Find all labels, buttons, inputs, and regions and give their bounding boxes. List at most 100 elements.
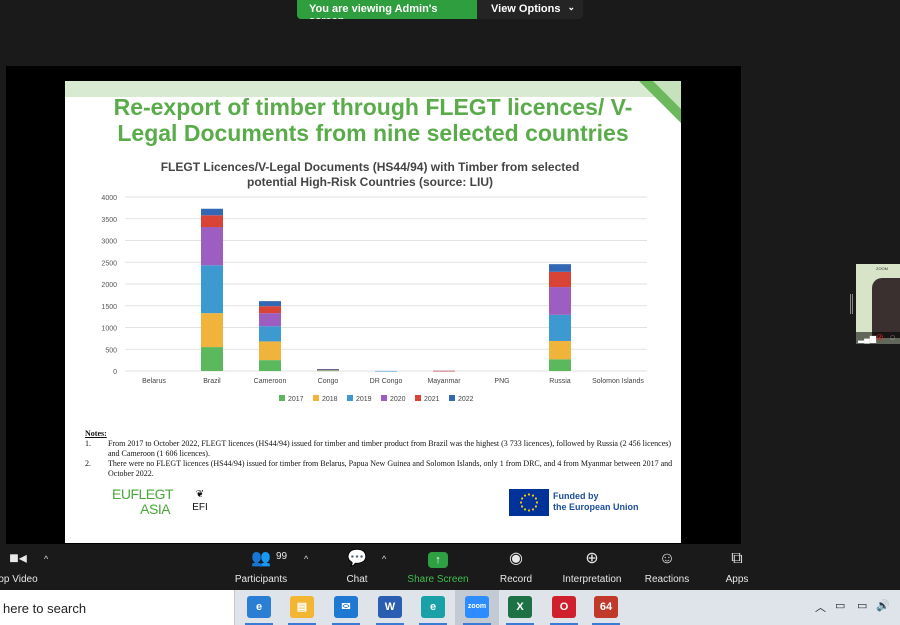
- x-tick-label: DR Congo: [370, 378, 403, 385]
- participants-options-caret[interactable]: ^: [304, 554, 308, 564]
- legend-label: 2018: [322, 396, 338, 403]
- share-screen-label: Share Screen: [407, 574, 469, 585]
- y-tick-label: 4000: [101, 195, 117, 202]
- eu-star: [534, 497, 538, 500]
- record-button[interactable]: ◉ Record: [496, 548, 536, 585]
- legend-label: 2021: [424, 396, 440, 403]
- bar-segment: [259, 313, 281, 327]
- efi-logo: ❦ EFI: [188, 489, 212, 513]
- bar-segment: [549, 287, 571, 315]
- eu-star: [535, 501, 539, 504]
- taskbar-app-icon[interactable]: 64: [594, 596, 618, 618]
- taskbar-app-icon[interactable]: O: [552, 596, 576, 618]
- bar-segment: [549, 314, 571, 341]
- eu-star: [531, 494, 535, 497]
- chat-options-caret[interactable]: ^: [382, 554, 386, 564]
- bar-segment: [375, 370, 397, 372]
- participants-label: Participants: [234, 574, 288, 585]
- notes-block: Notes: 1. From 2017 to October 2022, FLE…: [85, 429, 675, 479]
- taskbar-app-icon[interactable]: X: [508, 596, 532, 618]
- efi-logo-text: EFI: [192, 502, 208, 513]
- y-tick-label: 2500: [101, 260, 117, 267]
- globe-icon: ⊕: [585, 550, 599, 567]
- x-tick-label: Mayanmar: [427, 378, 461, 385]
- legend-swatch: [279, 395, 285, 401]
- bar-segment: [549, 340, 571, 360]
- video-camera-icon: ■◂: [9, 550, 27, 567]
- network-icon[interactable]: ▭: [835, 599, 845, 612]
- bar-segment: [259, 301, 281, 307]
- legend-swatch: [381, 395, 387, 401]
- legend-swatch: [415, 395, 421, 401]
- eu-funding-line-1: Funded by: [553, 491, 599, 501]
- x-tick-label: Russia: [549, 378, 571, 385]
- efi-leaf-icon: ❦: [195, 489, 205, 500]
- reactions-button[interactable]: ☺ Reactions: [642, 548, 692, 585]
- y-tick-label: 0: [113, 369, 117, 376]
- note-text: From 2017 to October 2022, FLEGT licence…: [108, 439, 672, 458]
- legend-label: 2022: [458, 396, 474, 403]
- signal-strength-icon: ▂▄▆: [858, 334, 876, 343]
- meeting-toolbar: ■◂ op Video ^ 👥 Participants 99 ^ 💬 Chat…: [0, 544, 900, 590]
- bar-segment: [201, 313, 223, 348]
- slide-title-line-2: Legal Documents from nine selected count…: [117, 120, 629, 146]
- share-screen-icon: ↑: [406, 548, 470, 570]
- shared-screen: Re-export of timber through FLEGT licenc…: [6, 66, 741, 544]
- chevron-down-icon: ⌄: [567, 2, 575, 12]
- display-icon[interactable]: ▭: [857, 599, 867, 612]
- video-options-caret[interactable]: ^: [44, 554, 48, 564]
- eu-star: [520, 505, 524, 508]
- eu-flag-icon: [509, 489, 549, 516]
- speaker-icon[interactable]: 🔊: [876, 599, 890, 612]
- apps-button[interactable]: ⧉ Apps: [721, 548, 753, 585]
- stacked-bar-chart: 0 500 1000 1500 2000 2500 3000 3500 4000 Belarus B…: [101, 195, 647, 403]
- taskbar-app-icon[interactable]: zoom: [465, 596, 489, 618]
- share-screen-button[interactable]: ↑ Share Screen: [406, 548, 470, 585]
- bar-segment: [201, 227, 223, 266]
- y-tick-label: 3500: [101, 217, 117, 224]
- taskbar-app-icon[interactable]: ✉: [334, 596, 358, 618]
- participant-video-thumbnail[interactable]: ZOOM ▂▄▆ ⊘ ◌: [856, 264, 900, 344]
- legend-swatch: [313, 395, 319, 401]
- eu-star: [523, 508, 527, 511]
- thumbnail-drag-handle[interactable]: [850, 294, 853, 314]
- chart-title: FLEGT Licences/V-Legal Documents (HS44/9…: [135, 160, 605, 190]
- taskbar-app-icon[interactable]: ▤: [290, 596, 314, 618]
- chat-button[interactable]: 💬 Chat: [340, 548, 374, 585]
- chart-title-line-2: potential High-Risk Countries (source: L…: [246, 175, 493, 189]
- eu-star: [531, 508, 535, 511]
- eu-funding-line-2: the European Union: [553, 502, 639, 512]
- apps-label: Apps: [725, 574, 749, 585]
- participants-count: 99: [276, 551, 288, 562]
- x-tick-label: Solomon Islands: [592, 378, 644, 385]
- taskbar-search-box[interactable]: here to search: [0, 590, 235, 625]
- view-options-button[interactable]: View Options ⌄: [477, 0, 583, 19]
- chevron-up-icon[interactable]: ︿: [815, 599, 826, 615]
- bar-segment: [201, 208, 223, 216]
- windows-taskbar: here to search e ▤ ✉ We zoom X O 64 ︿ ▭ ▭ 🔊: [0, 590, 900, 625]
- record-label: Record: [499, 574, 533, 585]
- eu-funding-text: Funded by the European Union: [553, 491, 639, 513]
- slide-title-line-1: Re-export of timber through FLEGT licenc…: [113, 94, 633, 120]
- stop-video-button[interactable]: ■◂ op Video: [0, 548, 44, 585]
- eu-star: [520, 497, 524, 500]
- euflegt-logo-line-1: EUFLEGT: [112, 486, 174, 502]
- bar-segment: [259, 326, 281, 342]
- bar-segment: [201, 265, 223, 314]
- y-tick-label: 3000: [101, 239, 117, 246]
- legend-label: 2020: [390, 396, 406, 403]
- bar-segment: [201, 215, 223, 228]
- taskbar-app-icon[interactable]: W: [378, 596, 402, 618]
- interpretation-button[interactable]: ⊕ Interpretation: [556, 548, 628, 585]
- more-options-icon[interactable]: ◌: [890, 332, 895, 342]
- x-tick-label: PNG: [494, 378, 509, 385]
- taskbar-app-icon[interactable]: e: [247, 596, 271, 618]
- taskbar-app-icon[interactable]: e: [421, 596, 445, 618]
- x-tick-label: Cameroon: [254, 378, 287, 385]
- presentation-slide: Re-export of timber through FLEGT licenc…: [65, 81, 681, 543]
- view-options-label: View Options: [491, 3, 561, 15]
- eu-star: [527, 509, 531, 512]
- note-item: 1. From 2017 to October 2022, FLEGT lice…: [85, 439, 675, 459]
- bar-segment: [433, 370, 455, 372]
- viewing-label: You are viewing Admin's screen: [297, 0, 477, 19]
